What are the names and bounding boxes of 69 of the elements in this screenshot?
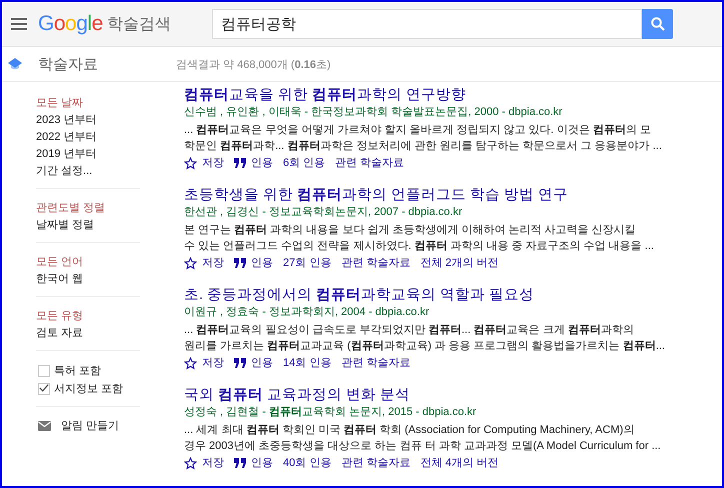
result-source: 이원규 , 정효숙 - 정보과학회지, 2004 - dbpia.co.kr xyxy=(184,305,430,320)
filter-link[interactable]: 2022 년부터 xyxy=(36,129,140,146)
save-link[interactable]: 저장 xyxy=(184,455,224,471)
google-logo[interactable]: Google xyxy=(38,12,103,36)
quote-icon xyxy=(234,158,246,168)
checkbox[interactable] xyxy=(38,365,50,377)
result-link[interactable]: 전체 4개의 버전 xyxy=(420,455,499,471)
checkbox[interactable] xyxy=(38,383,50,395)
snippet-text: 경우 2003년에 초중등학생을 대상으로 하는 컴퓨 터 과학 교과과정 모델(A Model Curriculum for ... xyxy=(184,439,662,454)
result-link[interactable]: 관련 학술자료 xyxy=(335,155,404,171)
cite-link[interactable]: 인용 xyxy=(234,255,273,271)
search-field[interactable]: 컴퓨터공학 xyxy=(212,9,642,39)
result-link[interactable]: 6회 인용 xyxy=(283,155,326,171)
filter-link[interactable]: 모든 언어 xyxy=(36,254,140,271)
result-source: 한선관 , 김경신 - 정보교육학회논문지, 2007 - dbpia.co.kr xyxy=(184,205,464,220)
result-link[interactable]: 관련 학술자료 xyxy=(341,355,410,371)
cite-link[interactable]: 인용 xyxy=(234,155,273,171)
star-icon xyxy=(184,456,197,470)
menu-icon xyxy=(11,18,27,30)
filter-link[interactable]: 검토 자료 xyxy=(36,325,140,342)
cite-link[interactable]: 인용 xyxy=(234,455,273,471)
mortarboard-icon xyxy=(8,58,22,70)
snippet-text: 원리를 가르치는 컴퓨터교과교육 (컴퓨터과학교육) 과 응용 프로그램의 활용법을가르치는 컴퓨터... xyxy=(184,339,665,354)
create-alert-link[interactable]: 알림 만들기 xyxy=(38,418,140,433)
save-link[interactable]: 저장 xyxy=(184,355,224,371)
result-link[interactable]: 전체 2개의 버전 xyxy=(420,255,499,271)
snippet-text: ... 세계 최대 컴퓨터 학회인 미국 컴퓨터 학회 (Association for Computing Machinery, ACM)의 xyxy=(184,423,636,438)
snippet-text: ... 컴퓨터교육은 무엇을 어떻게 가르쳐야 할지 올바르게 정립되지 않고 있다. 이것은 컴퓨터의 모 xyxy=(184,123,652,138)
quote-icon xyxy=(234,358,246,368)
result-stats: 검색결과 약 468,000개 (0.16초) xyxy=(176,58,331,72)
snippet-text: 학문인 컴퓨터과학... 컴퓨터과학은 정보처리에 관한 원리를 탐구하는 학문으로서 그 응용분야가 ... xyxy=(184,139,663,154)
filter-link[interactable]: 한국어 웹 xyxy=(36,271,140,288)
star-icon xyxy=(184,356,197,370)
filter-link[interactable]: 2023 년부터 xyxy=(36,112,140,129)
result-link[interactable]: 27회 인용 xyxy=(283,255,332,271)
filter-link[interactable]: 모든 날짜 xyxy=(36,95,140,112)
result-title-link[interactable]: 국외 컴퓨터 교육과정의 변화 분석 xyxy=(184,385,665,405)
envelope-icon xyxy=(38,420,51,430)
star-icon xyxy=(184,156,197,170)
filter-link[interactable]: 관련도별 정렬 xyxy=(36,200,140,217)
quote-icon xyxy=(234,458,246,468)
result-link[interactable]: 40회 인용 xyxy=(283,455,332,471)
checkmark-icon xyxy=(39,383,49,393)
logo-suffix: 학술검색 xyxy=(106,14,171,34)
result-title-link[interactable]: 초등학생을 위한 컴퓨터과학의 언플러그드 학습 방법 연구 xyxy=(184,185,665,205)
section-title: 학술자료 xyxy=(38,54,98,74)
result-source: 성정숙 , 김현철 - 컴퓨터교육학회 논문지, 2015 - dbpia.co.kr xyxy=(184,405,478,420)
filter-link[interactable]: 기간 설정... xyxy=(36,163,140,180)
result-link[interactable]: 관련 학술자료 xyxy=(341,455,410,471)
quote-icon xyxy=(234,258,246,268)
filter-link[interactable]: 날짜별 정렬 xyxy=(36,217,140,234)
search-icon xyxy=(650,17,664,31)
snippet-text: 수 있는 언플러그드 수업의 전략을 제시하였다. 컴퓨터 과학의 내용 중 자료구조의 수업 내용을 ... xyxy=(184,239,655,254)
checkbox-label: 서지정보 포함 xyxy=(54,382,124,397)
snippet-text: 본 연구는 컴퓨터 과학의 내용을 보다 쉽게 초등학생에게 이해하여 논리적 사고력을 신장시킬 xyxy=(184,223,637,238)
cite-link[interactable]: 인용 xyxy=(234,355,273,371)
result-link[interactable]: 관련 학술자료 xyxy=(341,255,410,271)
filter-link[interactable]: 모든 유형 xyxy=(36,308,140,325)
snippet-text: ... 컴퓨터교육의 필요성이 급속도로 부각되었지만 컴퓨터... 컴퓨터교육은 크게 컴퓨터과학의 xyxy=(184,323,635,338)
filter-link[interactable]: 2019 년부터 xyxy=(36,146,140,163)
save-link[interactable]: 저장 xyxy=(184,155,224,171)
result-title-link[interactable]: 초. 중등과정에서의 컴퓨터과학교육의 역할과 필요성 xyxy=(184,285,665,305)
result-source: 신수범 , 유인환 , 이태욱 - 한국정보과학회 학술발표논문집, 2000 - dbpia.co.kr xyxy=(184,105,564,120)
result-title-link[interactable]: 컴퓨터교육을 위한 컴퓨터과학의 연구방향 xyxy=(184,85,665,105)
result-link[interactable]: 14회 인용 xyxy=(283,355,332,371)
checkbox-label: 특허 포함 xyxy=(54,364,102,379)
star-icon xyxy=(184,256,197,270)
save-link[interactable]: 저장 xyxy=(184,255,224,271)
search-button[interactable] xyxy=(642,9,673,39)
